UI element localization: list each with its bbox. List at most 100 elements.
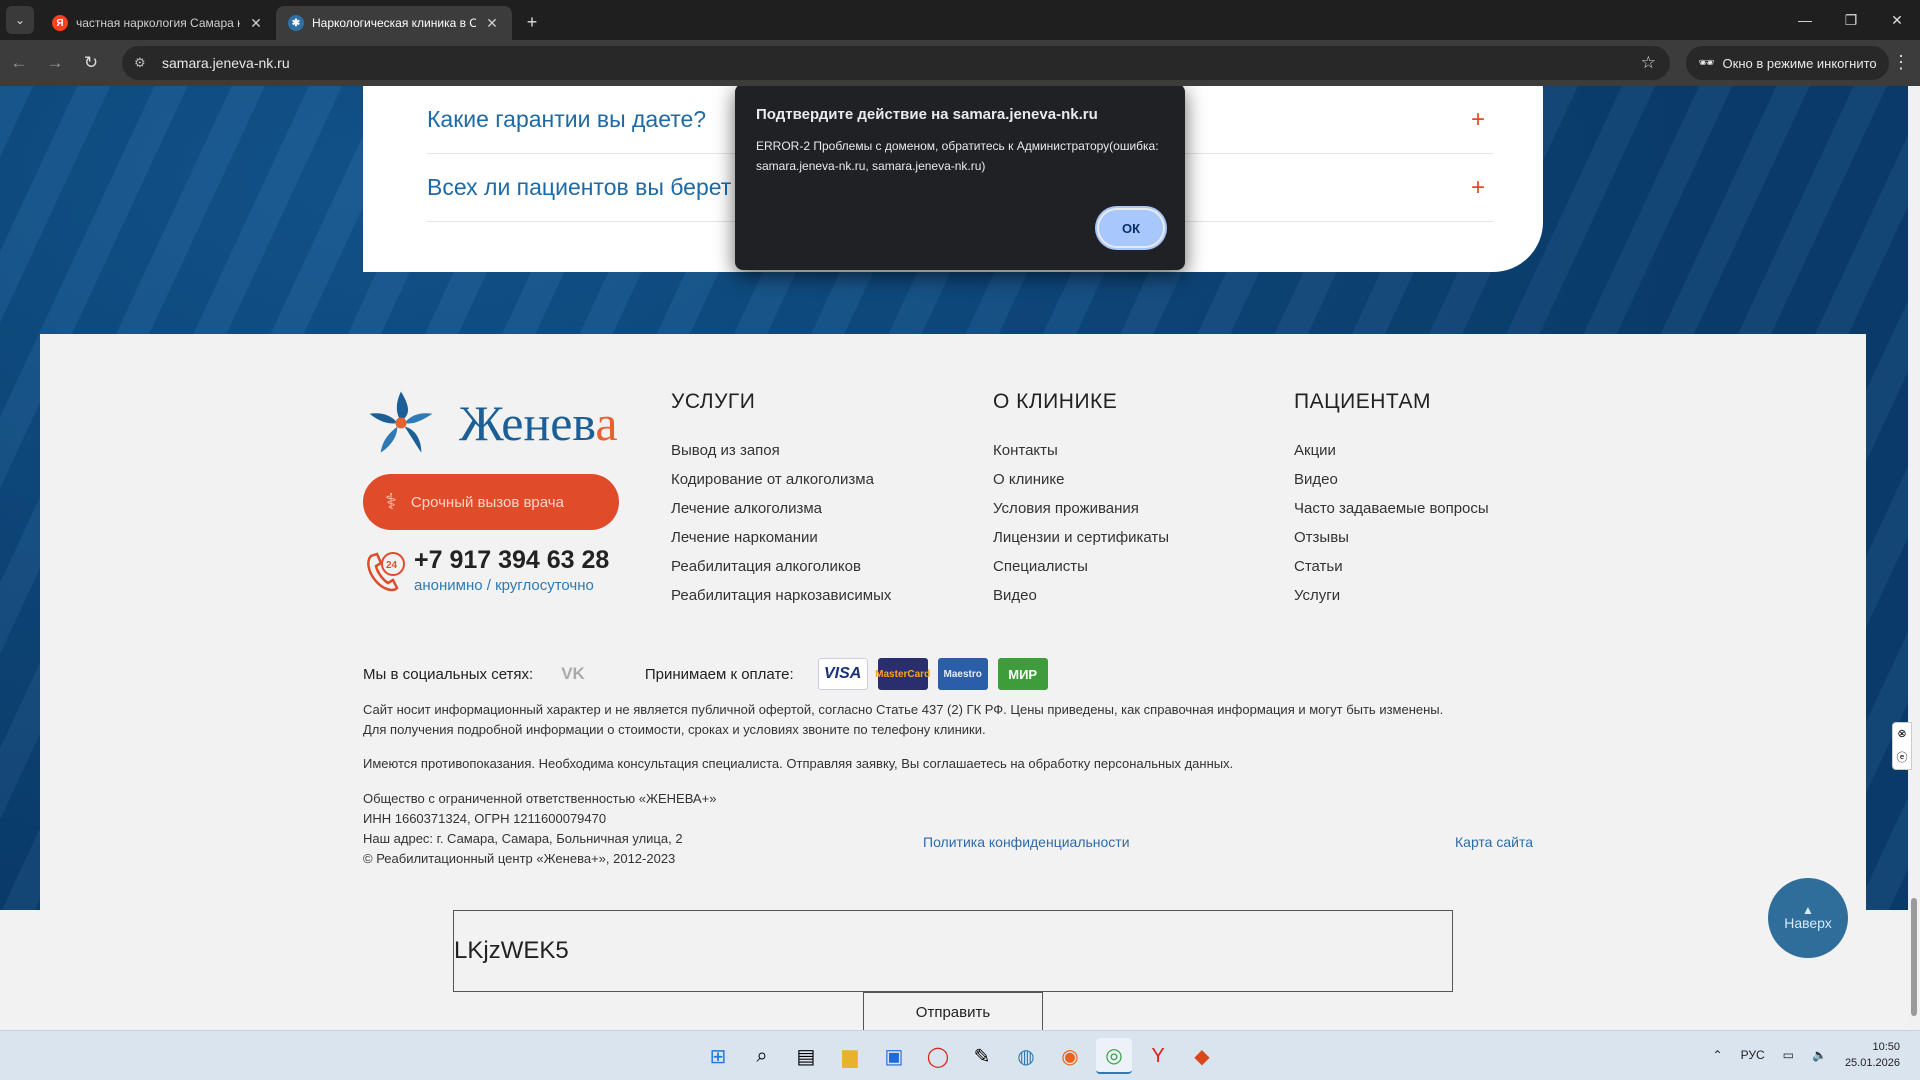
side-widget[interactable]: ⊗ ⓔ (1892, 722, 1912, 770)
footer-link[interactable]: Кодирование от алкоголизма (671, 465, 891, 494)
notepad-icon[interactable]: ▤ (788, 1038, 824, 1074)
payment-cards: VISA MasterCard Maestro МИР (817, 658, 1048, 690)
footer-link[interactable]: О клинике (993, 465, 1169, 494)
page-viewport: Какие гарантии вы даете? + Всех ли пацие… (0, 86, 1908, 1030)
scrollbar-thumb[interactable] (1911, 898, 1917, 1016)
footer-link[interactable]: Условия проживания (993, 494, 1169, 523)
time: 10:50 (1872, 1041, 1900, 1053)
yandex-icon: Я (52, 15, 68, 31)
close-tab-icon[interactable]: ✕ (484, 15, 500, 32)
volume-icon[interactable]: 🔈 (1812, 1048, 1827, 1062)
footer-link[interactable]: Специалисты (993, 552, 1169, 581)
tab-search-results[interactable]: Я частная наркология Самара к ✕ (40, 6, 276, 40)
services-column: УСЛУГИ Вывод из запоя Кодирование от алк… (671, 390, 891, 610)
file-explorer-icon[interactable]: ▆ (832, 1038, 868, 1074)
sitemap-link[interactable]: Карта сайта (1455, 834, 1533, 850)
search-icon[interactable]: ⌕ (744, 1038, 780, 1074)
menu-kebab-icon[interactable]: ⋮ (1892, 52, 1910, 73)
windows-start-icon[interactable]: ⊞ (700, 1038, 736, 1074)
chrome-icon[interactable]: ◎ (1096, 1038, 1132, 1074)
tab-search-button[interactable]: ⌄ (6, 6, 34, 34)
paint-icon[interactable]: ✎ (964, 1038, 1000, 1074)
restore-icon[interactable]: ❐ (1828, 0, 1874, 40)
footer-link[interactable]: Реабилитация алкоголиков (671, 552, 891, 581)
footer-link[interactable]: Отзывы (1294, 523, 1489, 552)
yandex-browser-icon[interactable]: Y (1140, 1038, 1176, 1074)
patients-heading: ПАЦИЕНТАМ (1294, 390, 1432, 413)
incognito-icon: 🕶 (1698, 55, 1715, 70)
legal-info: Общество с ограниченной ответственностью… (363, 789, 716, 869)
clock[interactable]: 10:50 25.01.2026 (1845, 1039, 1900, 1071)
faq-question: Всех ли пациентов вы берет (427, 174, 732, 200)
patients-column: ПАЦИЕНТАМ Акции Видео Часто задаваемые в… (1294, 390, 1489, 610)
privacy-policy-link[interactable]: Политика конфиденциальности (923, 834, 1130, 850)
store-icon[interactable]: ▣ (876, 1038, 912, 1074)
reload-button[interactable]: ↻ (74, 46, 108, 80)
footer-link[interactable]: Статьи (1294, 552, 1489, 581)
chat-icon[interactable]: ⓔ (1897, 749, 1908, 765)
system-tray: ⌃ РУС ▭ 🔈 10:50 25.01.2026 (1713, 1039, 1900, 1071)
close-window-icon[interactable]: ✕ (1874, 0, 1920, 40)
firefox-icon[interactable]: ◉ (1052, 1038, 1088, 1074)
vk-icon[interactable]: VK (561, 664, 585, 684)
window-controls: — ❐ ✕ (1782, 0, 1920, 40)
taskbar-apps: ⊞ ⌕ ▤ ▆ ▣ ◯ ✎ ◍ ◉ ◎ Y ◆ (700, 1038, 1220, 1074)
footer-link[interactable]: Лечение наркомании (671, 523, 891, 552)
footer-link[interactable]: Видео (1294, 465, 1489, 494)
chevron-up-icon[interactable]: ⌃ (1713, 1048, 1723, 1062)
footer-link[interactable]: Услуги (1294, 581, 1489, 610)
captcha-input[interactable]: LKjzWEK5 (453, 910, 1453, 992)
legal-line: © Реабилитационный центр «Женева+», 2012… (363, 851, 676, 866)
plus-icon[interactable]: + (1471, 174, 1485, 202)
back-button[interactable]: ← (2, 46, 36, 80)
payment-label: Принимаем к оплате: (644, 665, 794, 683)
logo-star-icon (369, 391, 433, 453)
visa-icon: VISA (817, 658, 868, 690)
disclaimer-text: Сайт носит информационный характер и не … (363, 702, 1444, 717)
confirm-dialog: Подтвердите действие на samara.jeneva-nk… (735, 86, 1185, 270)
scroll-to-top-button[interactable]: ▲ Наверх (1768, 878, 1848, 958)
services-heading: УСЛУГИ (671, 390, 756, 413)
tab-clinic[interactable]: ✱ Наркологическая клиника в С ✕ (276, 6, 512, 40)
site-footer: Женева ⚕ Срочный вызов врача 24 +7 917 3… (40, 334, 1866, 910)
globe-icon[interactable]: ◍ (1008, 1038, 1044, 1074)
address-bar[interactable]: ⚙ samara.jeneva-nk.ru ☆ (122, 46, 1670, 80)
urgent-call-button[interactable]: ⚕ Срочный вызов врача (363, 474, 619, 530)
footer-link[interactable]: Часто задаваемые вопросы (1294, 494, 1489, 523)
footer-link[interactable]: Акции (1294, 436, 1489, 465)
date: 25.01.2026 (1844, 1057, 1900, 1069)
bookmark-star-icon[interactable]: ☆ (1641, 53, 1656, 73)
scroll-to-top-label: Наверх (1784, 915, 1832, 931)
maestro-icon: Maestro (937, 658, 988, 690)
logo[interactable]: Женева (363, 386, 618, 460)
phone-24-icon: 24 (363, 550, 405, 594)
close-circle-icon[interactable]: ⊗ (1897, 727, 1906, 740)
plus-icon[interactable]: + (1471, 106, 1485, 134)
close-tab-icon[interactable]: ✕ (248, 15, 264, 32)
opera-icon[interactable]: ◯ (920, 1038, 956, 1074)
footer-link[interactable]: Вывод из запоя (671, 436, 891, 465)
new-tab-button[interactable]: + (518, 8, 546, 36)
page-scrollbar[interactable] (1908, 86, 1920, 1030)
footer-link[interactable]: Лечение алкоголизма (671, 494, 891, 523)
socials-payments-row: Мы в социальных сетях: VK Принимаем к оп… (363, 658, 1048, 690)
footer-link[interactable]: Видео (993, 581, 1169, 610)
incognito-indicator[interactable]: 🕶 Окно в режиме инкогнито (1686, 46, 1889, 80)
ok-button[interactable]: ОК (1097, 208, 1165, 248)
phone-number[interactable]: +7 917 394 63 28 (414, 546, 609, 575)
submit-button[interactable]: Отправить (863, 992, 1043, 1030)
disclaimer-text: Имеются противопоказания. Необходима кон… (363, 756, 1234, 771)
footer-link[interactable]: Контакты (993, 436, 1169, 465)
footer-link[interactable]: Реабилитация наркозависимых (671, 581, 891, 610)
mastercard-icon: MasterCard (875, 658, 930, 690)
language-indicator[interactable]: РУС (1741, 1048, 1765, 1062)
disclaimer-text: Для получения подробной информации о сто… (363, 722, 986, 737)
site-info-icon[interactable]: ⚙ (134, 55, 152, 71)
browser-toolbar: ← → ↻ ⚙ samara.jeneva-nk.ru ☆ 🕶 Окно в р… (0, 40, 1920, 86)
app-icon[interactable]: ◆ (1184, 1038, 1220, 1074)
network-icon[interactable]: ▭ (1783, 1048, 1794, 1062)
forward-button[interactable]: → (38, 46, 72, 80)
minimize-icon[interactable]: — (1782, 0, 1828, 40)
footer-link[interactable]: Лицензии и сертификаты (993, 523, 1169, 552)
browser-tab-bar: ⌄ Я частная наркология Самара к ✕ ✱ Нарк… (0, 0, 1920, 40)
